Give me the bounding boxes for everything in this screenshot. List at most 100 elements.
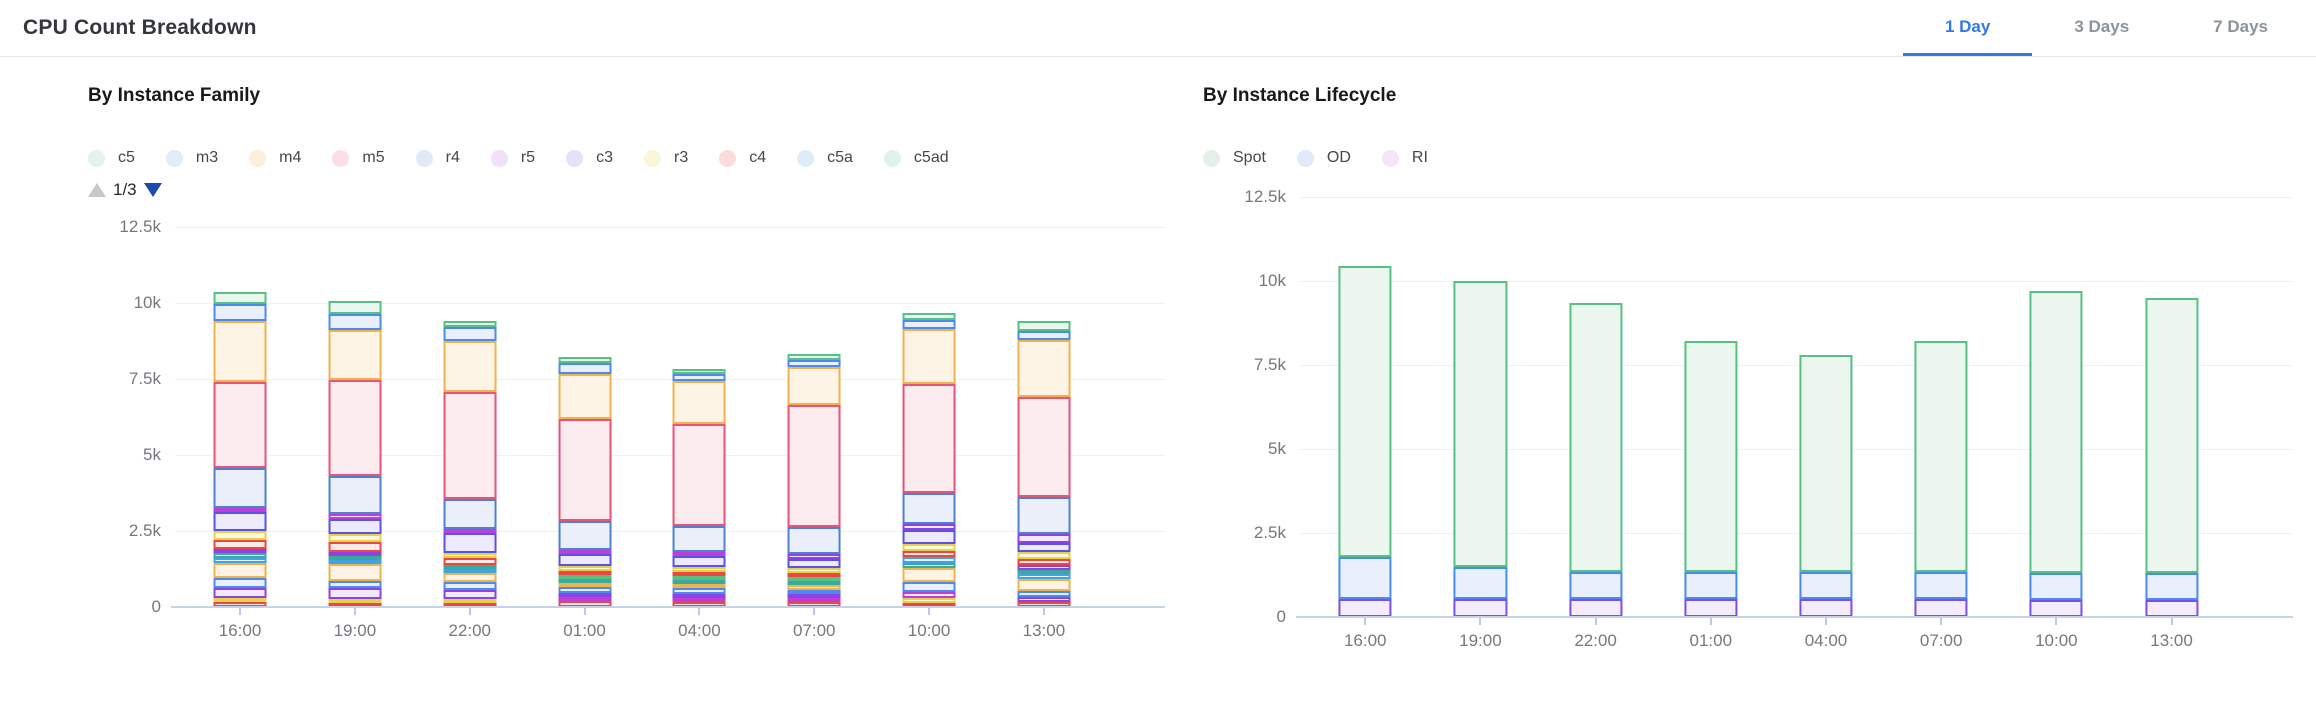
gridline bbox=[1300, 197, 2293, 198]
bar-22:00[interactable] bbox=[443, 321, 496, 607]
legend-item-label: c5ad bbox=[914, 149, 949, 167]
y-axis-tick-label: 12.5k bbox=[99, 217, 161, 237]
bar-19:00[interactable] bbox=[1454, 281, 1507, 617]
chart-title-instance-lifecycle: By Instance Lifecycle bbox=[1203, 85, 2316, 107]
bar-segment-blue bbox=[903, 320, 956, 329]
legend-page-down-icon[interactable] bbox=[144, 183, 162, 197]
y-axis-tick-label: 12.5k bbox=[1224, 187, 1286, 207]
bar-16:00[interactable] bbox=[1339, 266, 1392, 617]
legend-item-od[interactable]: OD bbox=[1297, 149, 1351, 167]
legend-item-label: m5 bbox=[362, 149, 384, 167]
bar-04:00[interactable] bbox=[673, 369, 726, 607]
x-axis-tick-label: 13:00 bbox=[1023, 621, 1066, 641]
bar-segment-amber bbox=[903, 568, 956, 582]
header: CPU Count Breakdown 1 Day 3 Days 7 Days bbox=[0, 0, 2316, 57]
bar-segment-blue bbox=[328, 581, 381, 589]
legend-pager: 1/3 bbox=[88, 178, 1188, 202]
bar-segment-red bbox=[328, 542, 381, 551]
y-axis-tick-label: 0 bbox=[99, 597, 161, 617]
x-axis-tick bbox=[584, 607, 586, 615]
legend-page-up-icon[interactable] bbox=[88, 183, 106, 197]
bar-segment-pink bbox=[903, 384, 956, 493]
x-axis-tick bbox=[928, 607, 930, 615]
legend-item-m4[interactable]: m4 bbox=[249, 149, 301, 167]
x-axis-tick-label: 10:00 bbox=[2035, 631, 2078, 651]
legend-item-m3[interactable]: m3 bbox=[166, 149, 218, 167]
bar-segment-indigo bbox=[214, 512, 267, 530]
bar-segment-pink bbox=[1017, 397, 1070, 497]
legend-item-spot[interactable]: Spot bbox=[1203, 149, 1266, 167]
tab-3-days[interactable]: 3 Days bbox=[2032, 0, 2171, 56]
time-range-tabs: 1 Day 3 Days 7 Days bbox=[1903, 0, 2310, 56]
bar-13:00[interactable] bbox=[2145, 298, 2198, 617]
bar-segment-steel bbox=[673, 526, 726, 552]
gridline bbox=[1300, 281, 2293, 282]
bar-segment-pink bbox=[788, 405, 841, 527]
bar-01:00[interactable] bbox=[1684, 341, 1737, 617]
bar-10:00[interactable] bbox=[2030, 291, 2083, 617]
bar-segment-pink bbox=[443, 392, 496, 498]
legend-dot-icon bbox=[797, 150, 814, 167]
bar-segment-indigo bbox=[558, 554, 611, 566]
bar-segment-green bbox=[2145, 298, 2198, 574]
legend-item-label: c3 bbox=[596, 149, 613, 167]
bar-segment-blue bbox=[1017, 331, 1070, 340]
legend-item-label: r4 bbox=[446, 149, 460, 167]
x-axis-line bbox=[1296, 616, 2293, 618]
bar-segment-indigo bbox=[788, 559, 841, 568]
y-axis-tick-label: 0 bbox=[1224, 607, 1286, 627]
legend-item-c5a[interactable]: c5a bbox=[797, 149, 853, 167]
legend-dot-icon bbox=[644, 150, 661, 167]
x-axis-tick-label: 04:00 bbox=[678, 621, 721, 641]
legend-item-r5[interactable]: r5 bbox=[491, 149, 535, 167]
bar-segment-violet bbox=[1339, 599, 1392, 618]
bar-07:00[interactable] bbox=[1915, 341, 1968, 617]
bar-segment-blue bbox=[214, 304, 267, 321]
bar-segment-blue bbox=[1569, 572, 1622, 599]
bar-segment-steel bbox=[788, 527, 841, 554]
x-axis-tick bbox=[2171, 617, 2173, 625]
bar-segment-yellow bbox=[214, 531, 267, 540]
bar-10:00[interactable] bbox=[903, 313, 956, 607]
legend-page-indicator: 1/3 bbox=[113, 180, 137, 200]
bar-16:00[interactable] bbox=[214, 292, 267, 607]
x-axis-tick-label: 04:00 bbox=[1805, 631, 1848, 651]
legend-item-label: m3 bbox=[196, 149, 218, 167]
bar-segment-violet bbox=[1569, 599, 1622, 618]
legend-dot-icon bbox=[566, 150, 583, 167]
legend-item-label: m4 bbox=[279, 149, 301, 167]
tab-7-days[interactable]: 7 Days bbox=[2171, 0, 2310, 56]
legend-item-label: RI bbox=[1412, 149, 1428, 167]
bar-segment-pink bbox=[328, 380, 381, 476]
legend-item-c4[interactable]: c4 bbox=[719, 149, 766, 167]
bar-01:00[interactable] bbox=[558, 357, 611, 607]
bar-19:00[interactable] bbox=[328, 301, 381, 607]
legend-item-r4[interactable]: r4 bbox=[416, 149, 460, 167]
legend-item-r3[interactable]: r3 bbox=[644, 149, 688, 167]
bar-segment-purple bbox=[214, 588, 267, 598]
legend-dot-icon bbox=[884, 150, 901, 167]
legend-item-ri[interactable]: RI bbox=[1382, 149, 1428, 167]
bar-segment-red bbox=[443, 558, 496, 566]
tab-1-day[interactable]: 1 Day bbox=[1903, 0, 2032, 56]
bar-segment-purple bbox=[1017, 534, 1070, 543]
bar-22:00[interactable] bbox=[1569, 303, 1622, 617]
legend-item-c5[interactable]: c5 bbox=[88, 149, 135, 167]
bar-segment-violet bbox=[2145, 600, 2198, 617]
gridline bbox=[175, 303, 1165, 304]
bar-04:00[interactable] bbox=[1799, 355, 1852, 617]
bar-segment-green bbox=[1017, 321, 1070, 331]
x-axis-tick-label: 01:00 bbox=[563, 621, 606, 641]
bar-segment-blue bbox=[328, 314, 381, 331]
legend-item-m5[interactable]: m5 bbox=[332, 149, 384, 167]
legend-item-c5ad[interactable]: c5ad bbox=[884, 149, 949, 167]
legend-item-c3[interactable]: c3 bbox=[566, 149, 613, 167]
bar-13:00[interactable] bbox=[1017, 321, 1070, 607]
bar-07:00[interactable] bbox=[788, 354, 841, 607]
legend-item-label: Spot bbox=[1233, 149, 1266, 167]
bar-segment-blue bbox=[1339, 557, 1392, 599]
bar-segment-blue bbox=[214, 578, 267, 589]
bar-segment-green bbox=[1684, 341, 1737, 571]
legend-item-label: c4 bbox=[749, 149, 766, 167]
gridline bbox=[175, 227, 1165, 228]
